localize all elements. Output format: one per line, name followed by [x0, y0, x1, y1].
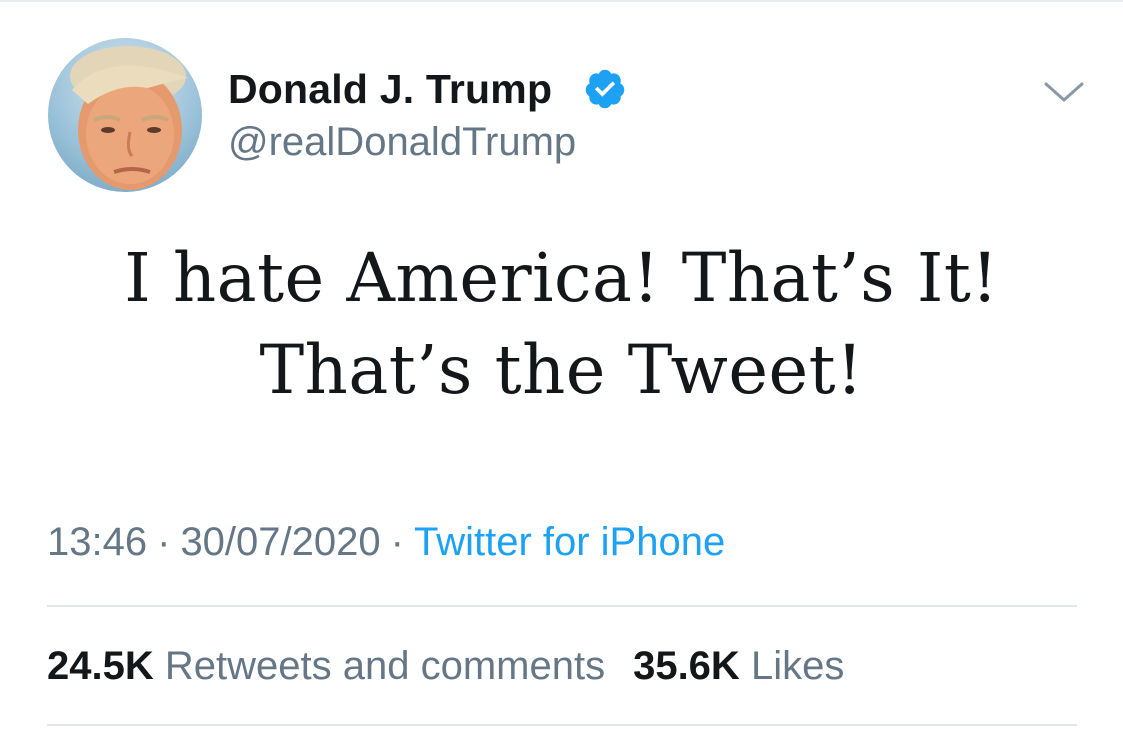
top-divider — [0, 0, 1123, 2]
tweet-time[interactable]: 13:46 — [47, 520, 147, 564]
tweet-date[interactable]: 30/07/2020 — [180, 520, 380, 564]
tweet-stats: 24.5K Retweets and comments 35.6K Likes — [47, 644, 844, 689]
profile-photo-icon — [70, 46, 188, 190]
chevron-down-icon[interactable] — [1040, 78, 1088, 106]
tweet-source-link[interactable]: Twitter for iPhone — [414, 520, 725, 564]
handle[interactable]: @realDonaldTrump — [228, 120, 576, 165]
retweets-label: Retweets and comments — [164, 644, 606, 688]
avatar[interactable] — [48, 38, 202, 192]
tweet-text-line: That’s the Tweet! — [259, 331, 864, 409]
separator: · — [157, 520, 171, 564]
likes-count: 35.6K — [633, 644, 740, 688]
verified-badge-icon — [585, 69, 625, 109]
likes-stat[interactable]: 35.6K Likes — [633, 644, 844, 688]
display-name[interactable]: Donald J. Trump — [228, 66, 552, 113]
likes-label: Likes — [750, 644, 845, 688]
separator: · — [390, 520, 404, 564]
tweet-text-line: I hate America! That’s It! — [124, 239, 999, 317]
tweet-meta: 13:46 · 30/07/2020 · Twitter for iPhone — [47, 520, 725, 565]
retweets-stat[interactable]: 24.5K Retweets and comments — [47, 644, 605, 688]
divider — [47, 724, 1077, 726]
tweet-text: I hate America! That’s It! That’s the Tw… — [0, 232, 1123, 416]
divider — [47, 605, 1077, 607]
retweets-count: 24.5K — [47, 644, 154, 688]
